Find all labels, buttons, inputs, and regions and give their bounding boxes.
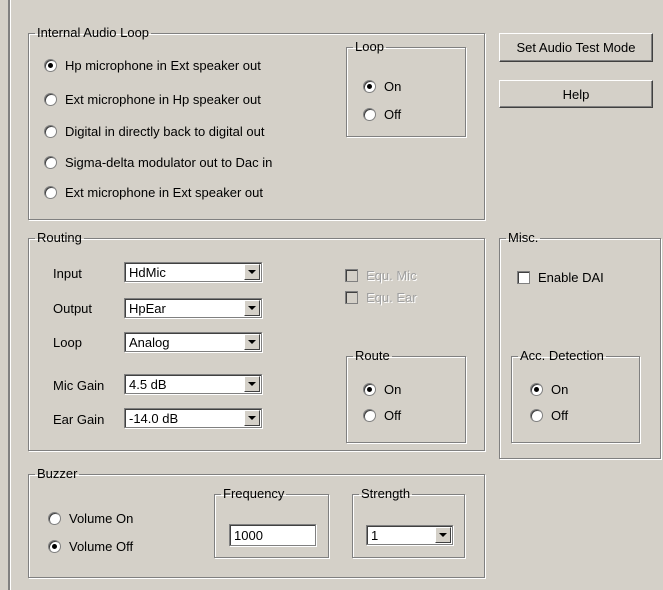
acc-detection-on-label: On: [551, 382, 569, 397]
chevron-down-icon[interactable]: [244, 410, 260, 426]
loop-option-sigma-delta-dac[interactable]: Sigma-delta modulator out to Dac in: [44, 155, 272, 170]
loop-title: Loop: [355, 39, 384, 54]
option-label: Sigma-delta modulator out to Dac in: [65, 155, 273, 170]
loop-off-radio[interactable]: Off: [363, 107, 401, 122]
acc-detection-on-radio[interactable]: On: [530, 382, 568, 397]
radio-icon: [48, 540, 61, 553]
route-off-radio[interactable]: Off: [363, 408, 401, 423]
acc-detection-off-label: Off: [551, 408, 569, 423]
acc-detection-off-radio[interactable]: Off: [530, 408, 568, 423]
strength-value: 1: [371, 528, 379, 543]
strength-group: Strength: [352, 487, 465, 558]
loop-option-hp-mic-ext-speaker[interactable]: Hp microphone in Ext speaker out: [44, 58, 261, 73]
route-off-label: Off: [384, 408, 402, 423]
loop-off-label: Off: [384, 107, 402, 122]
loop-select[interactable]: Analog: [124, 332, 262, 352]
help-button[interactable]: Help: [499, 80, 653, 108]
loop-select-value: Analog: [129, 335, 170, 350]
frequency-group: Frequency: [214, 487, 329, 558]
set-audio-test-mode-button[interactable]: Set Audio Test Mode: [499, 33, 653, 62]
radio-icon: [363, 409, 376, 422]
option-label: Ext microphone in Hp speaker out: [65, 92, 261, 107]
output-value: HpEar: [129, 301, 166, 316]
equ-mic-checkbox[interactable]: Equ. Mic: [345, 268, 417, 283]
volume-on-label: Volume On: [69, 511, 134, 526]
radio-icon: [44, 156, 57, 169]
enable-dai-checkbox[interactable]: Enable DAI: [517, 270, 604, 285]
loop-option-ext-mic-hp-speaker[interactable]: Ext microphone in Hp speaker out: [44, 92, 261, 107]
loop-on-label: On: [384, 79, 402, 94]
misc-title: Misc.: [508, 230, 539, 245]
route-title: Route: [355, 348, 390, 363]
checkbox-icon: [345, 269, 358, 282]
chevron-down-icon[interactable]: [244, 376, 260, 392]
option-label: Digital in directly back to digital out: [65, 124, 265, 139]
loop-on-radio[interactable]: On: [363, 79, 401, 94]
frequency-title: Frequency: [223, 486, 285, 501]
ear-gain-select[interactable]: -14.0 dB: [124, 408, 262, 428]
output-select[interactable]: HpEar: [124, 298, 262, 318]
mic-gain-select[interactable]: 4.5 dB: [124, 374, 262, 394]
radio-icon: [530, 409, 543, 422]
help-label: Help: [562, 86, 590, 102]
input-label: Input: [53, 266, 82, 281]
mic-gain-value: 4.5 dB: [129, 377, 167, 392]
radio-icon: [363, 108, 376, 121]
set-audio-test-mode-label: Set Audio Test Mode: [516, 40, 636, 55]
strength-select[interactable]: 1: [366, 525, 453, 545]
route-on-radio[interactable]: On: [363, 382, 401, 397]
radio-icon: [44, 59, 57, 72]
acc-detection-title: Acc. Detection: [520, 348, 604, 363]
input-value: HdMic: [129, 265, 166, 280]
internal-audio-loop-title: Internal Audio Loop: [37, 25, 150, 40]
strength-title: Strength: [361, 486, 411, 501]
ear-gain-label: Ear Gain: [53, 412, 105, 427]
ear-gain-value: -14.0 dB: [129, 411, 179, 426]
checkbox-icon: [345, 291, 358, 304]
routing-title: Routing: [37, 230, 82, 245]
enable-dai-label: Enable DAI: [538, 270, 604, 285]
buzzer-title: Buzzer: [37, 466, 78, 481]
output-label: Output: [53, 301, 93, 316]
loop-select-label: Loop: [53, 335, 82, 350]
volume-on-radio[interactable]: Volume On: [48, 511, 133, 526]
input-select[interactable]: HdMic: [124, 262, 262, 282]
radio-icon: [44, 93, 57, 106]
frequency-input[interactable]: [230, 525, 315, 545]
option-label: Hp microphone in Ext speaker out: [65, 58, 261, 73]
option-label: Ext microphone in Ext speaker out: [65, 185, 263, 200]
radio-icon: [363, 383, 376, 396]
radio-icon: [363, 80, 376, 93]
equ-mic-label: Equ. Mic: [366, 268, 417, 283]
mic-gain-label: Mic Gain: [53, 378, 105, 393]
equ-ear-label: Equ. Ear: [366, 290, 417, 305]
chevron-down-icon[interactable]: [244, 300, 260, 316]
volume-off-radio[interactable]: Volume Off: [48, 539, 133, 554]
panel-left-edge: [8, 0, 11, 590]
chevron-down-icon[interactable]: [435, 527, 451, 543]
equ-ear-checkbox[interactable]: Equ. Ear: [345, 290, 417, 305]
frequency-field[interactable]: [229, 524, 316, 546]
chevron-down-icon[interactable]: [244, 334, 260, 350]
route-on-label: On: [384, 382, 402, 397]
volume-off-label: Volume Off: [69, 539, 134, 554]
chevron-down-icon[interactable]: [244, 264, 260, 280]
radio-icon: [530, 383, 543, 396]
loop-option-ext-mic-ext-speaker[interactable]: Ext microphone in Ext speaker out: [44, 185, 263, 200]
radio-icon: [48, 512, 61, 525]
radio-icon: [44, 125, 57, 138]
checkbox-icon: [517, 271, 530, 284]
radio-icon: [44, 186, 57, 199]
loop-option-digital-loopback[interactable]: Digital in directly back to digital out: [44, 124, 264, 139]
